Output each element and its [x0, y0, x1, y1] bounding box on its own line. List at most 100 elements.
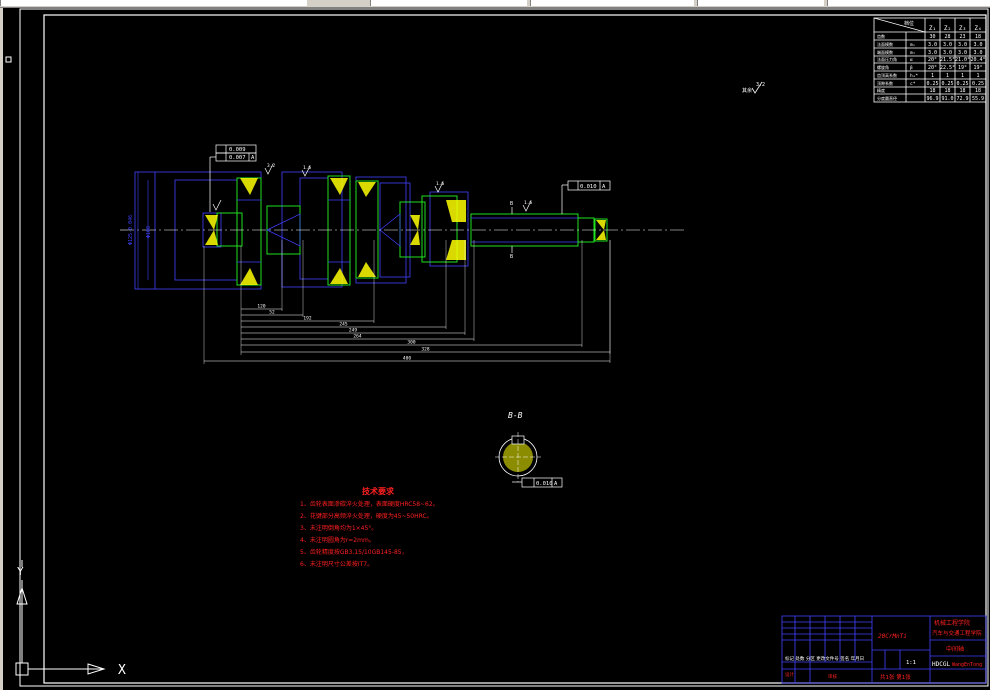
ucs-x-label: X — [118, 663, 126, 678]
table-cell: 18 — [959, 88, 965, 94]
dimension-value: 300 — [407, 340, 415, 346]
table-cell: 18 — [944, 88, 950, 94]
svg-text:0.007: 0.007 — [229, 155, 246, 161]
svg-text:B: B — [510, 201, 513, 207]
table-cell: 0.25 — [941, 81, 953, 87]
ucs-y-label: Y — [17, 565, 24, 578]
table-column-header: Z₃ — [959, 25, 966, 32]
svg-text:机械工程学院: 机械工程学院 — [934, 619, 970, 627]
table-row-label: 齿顶高系数 — [877, 72, 897, 78]
dimension-value: 245 — [339, 322, 347, 328]
svg-text:0.010: 0.010 — [580, 184, 597, 190]
dimension-value: 192 — [303, 316, 311, 322]
inner-frame — [43, 14, 987, 684]
table-cell: 28 — [944, 34, 950, 40]
table-cell: 3.0 — [928, 50, 937, 56]
table-cell: 0.25 — [956, 81, 968, 87]
svg-text:Φ125-0.046: Φ125-0.046 — [128, 215, 134, 245]
table-cell: 0.25 — [926, 81, 938, 87]
note-item: 6、未注明尺寸公差按IT7。 — [300, 560, 373, 568]
part-name: 中间轴 — [946, 645, 964, 653]
table-cell: 96.9 — [926, 96, 938, 102]
table-cell: 1 — [961, 73, 964, 79]
table-cell: 1 — [946, 73, 949, 79]
dimension-values: 120 52 192 245249264 300 328 400 — [257, 304, 429, 362]
table-cell: 20° — [928, 65, 937, 71]
svg-text:B: B — [510, 254, 513, 260]
svg-text:其余: 其余 — [742, 87, 752, 94]
svg-text:3.2: 3.2 — [756, 82, 765, 88]
table-row-symbol: c* — [910, 81, 916, 87]
table-cell: 3.0 — [928, 42, 937, 48]
svg-text:1.6: 1.6 — [303, 165, 311, 171]
table-cell: 3.0 — [973, 50, 982, 56]
svg-text:HDCGL: HDCGL — [932, 661, 950, 668]
table-cell: 3.0 — [958, 50, 967, 56]
table-cell: 3.0 — [973, 42, 982, 48]
table-cell: 55.9 — [972, 96, 984, 102]
table-cell: 3.0 — [943, 42, 952, 48]
svg-text:0.009: 0.009 — [229, 147, 246, 153]
svg-text:WangEnTong: WangEnTong — [952, 662, 982, 668]
table-cell: 30 — [929, 34, 935, 40]
svg-text:3.2: 3.2 — [267, 163, 275, 169]
table-cell: 23 — [959, 34, 965, 40]
notes-title: 技术要求 — [362, 486, 395, 496]
table-column-header: Z₁ — [929, 25, 936, 32]
dimension-value: 120 — [257, 304, 265, 310]
note-item: 1、齿轮表面渗碳淬火处理，表面硬度HRC58~62。 — [300, 500, 439, 508]
outer-frame — [19, 8, 989, 687]
svg-text:汽车与交通工程学院: 汽车与交通工程学院 — [932, 629, 982, 637]
table-header-mark: 档位 — [904, 20, 914, 27]
table-row-symbol: mₜ — [910, 51, 915, 56]
note-item: 5、齿轮精度按GB3.15/10GB145-85， — [300, 548, 408, 556]
table-row-symbol: α — [910, 58, 913, 63]
table-column-header: Z₂ — [944, 25, 951, 32]
svg-text:20CrMnTi: 20CrMnTi — [878, 633, 907, 640]
svg-text:标记 处数 分区 更改文件号 签名 年月日: 标记 处数 分区 更改文件号 签名 年月日 — [785, 655, 864, 662]
ucs-icon — [15, 560, 106, 676]
table-row-label: 精度 — [877, 87, 885, 93]
table-cell: 1 — [976, 73, 979, 79]
dimension-value: 52 — [269, 310, 275, 316]
table-cell: 18 — [975, 88, 981, 94]
svg-text:1.6: 1.6 — [436, 181, 444, 187]
svg-text:0.010: 0.010 — [536, 481, 553, 487]
drawing-canvas[interactable]: 档位 Z₁ Z₂ Z₃ Z₄ 齿数 30 28 23 18 法面模数 mₙ 3.0 3.0 3.0 3.0 端面… — [0, 0, 990, 690]
table-cell: 19° — [958, 65, 967, 71]
svg-text:设计: 设计 — [785, 671, 794, 678]
table-cell: 91.0 — [941, 96, 953, 102]
svg-text:1:1: 1:1 — [906, 660, 916, 666]
svg-text:A: A — [251, 155, 255, 161]
table-row-label: 法面压力角 — [877, 56, 897, 62]
dimension-value: 328 — [421, 347, 429, 353]
table-row-label: 端面模数 — [877, 49, 893, 55]
svg-text:1.6: 1.6 — [524, 200, 532, 206]
dimension-value: 400 — [403, 356, 411, 362]
table-cell: 3.0 — [958, 42, 967, 48]
section-b-b: B-B 0.010 A — [495, 411, 563, 488]
svg-text:共1张 第1张: 共1张 第1张 — [880, 673, 911, 681]
technical-requirements: 技术要求 1、齿轮表面渗碳淬火处理，表面硬度HRC58~62。 2、花键部分高频… — [300, 486, 439, 568]
table-column-header: Z₄ — [974, 25, 981, 32]
shaft-drawing: Φ125-0.046 Φ100 0.009 0.007 A 0.010 A 3.… — [120, 144, 685, 290]
table-cell: 19° — [973, 65, 982, 71]
dimension-value: 249 — [349, 328, 357, 334]
table-cell: 0.25 — [972, 81, 984, 87]
dimension-value: 264 — [353, 334, 361, 340]
table-cell: 21.0° — [955, 57, 970, 63]
table-cell: 72.9 — [956, 96, 968, 102]
table-row-symbol: hₐ* — [910, 73, 918, 79]
svg-text:审核: 审核 — [828, 673, 837, 680]
svg-text:Φ100: Φ100 — [146, 226, 152, 238]
note-item: 4、未注明圆角为r=2mm。 — [300, 536, 375, 544]
table-row-label: 螺旋角 — [877, 64, 889, 70]
table-row-label: 齿数 — [877, 33, 885, 39]
roughness-symbol-other: 其余 3.2 — [742, 81, 765, 94]
grip-icon[interactable] — [5, 56, 12, 63]
table-row-symbol: β — [910, 65, 913, 71]
table-cell: 21.5° — [940, 57, 955, 63]
table-cell: 1 — [931, 73, 934, 79]
table-row-symbol: mₙ — [910, 43, 915, 48]
table-row-label: 顶隙系数 — [877, 80, 893, 86]
